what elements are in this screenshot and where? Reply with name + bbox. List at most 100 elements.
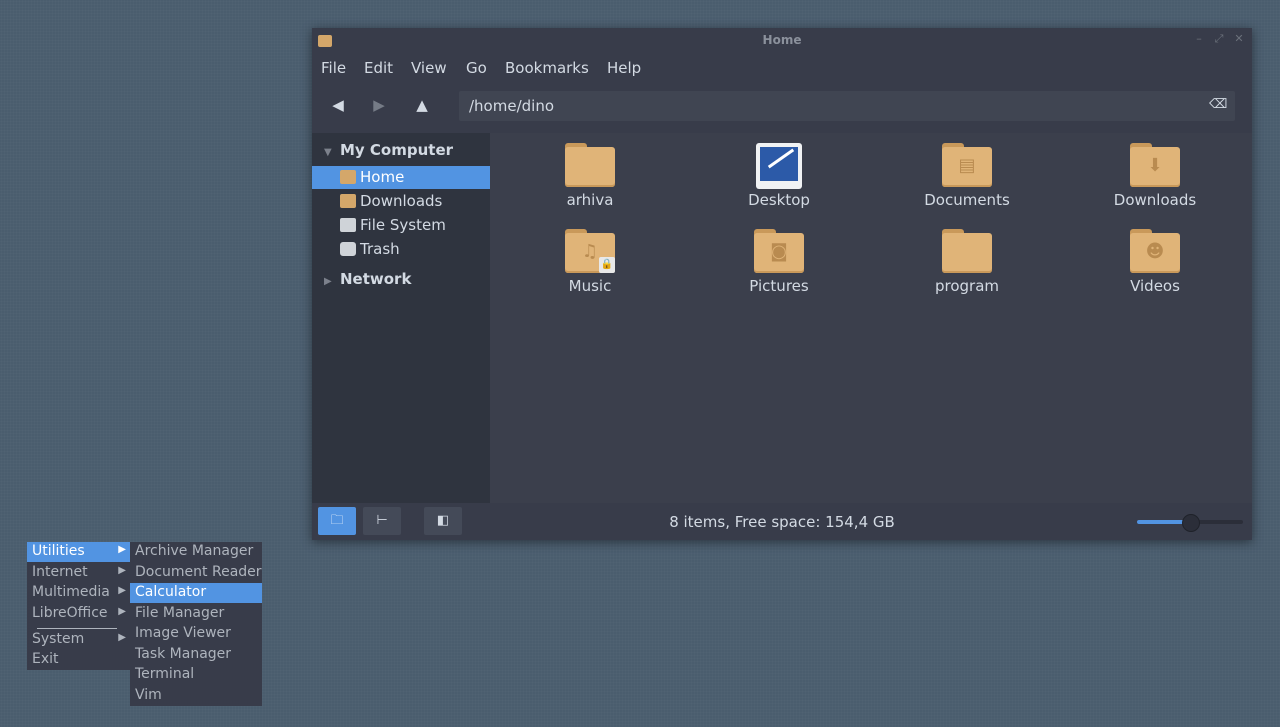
file-name: arhiva (566, 191, 614, 209)
file-name: program (934, 277, 1000, 295)
menu-item-libreoffice[interactable]: LibreOffice ▶ (27, 604, 130, 624)
sidebar: ▼ My Computer Home Downloads File System … (312, 133, 490, 503)
utilities-submenu: Archive Manager Document Reader Calculat… (130, 542, 262, 706)
menu-item-image-viewer[interactable]: Image Viewer (130, 624, 262, 644)
menu-item-label: Terminal (135, 666, 195, 682)
sidebar-item-label: Downloads (360, 192, 443, 210)
menu-item-task-manager[interactable]: Task Manager (130, 645, 262, 665)
file-view: arhiva Desktop ▤ Documents ⬇ Downloads ♫… (490, 133, 1252, 503)
menu-view[interactable]: View (411, 59, 447, 77)
menu-separator (37, 628, 117, 629)
file-name: Music (568, 277, 612, 295)
file-name: Desktop (748, 191, 810, 209)
menu-help[interactable]: Help (607, 59, 641, 77)
menu-item-label: Document Reader (135, 564, 262, 580)
downloads-folder-icon (340, 194, 356, 208)
menu-item-file-manager[interactable]: File Manager (130, 604, 262, 624)
sidebar-item-file-system[interactable]: File System (312, 214, 490, 237)
file-manager-window: Home – ⤢ ✕ File Edit View Go Bookmarks H… (312, 28, 1252, 540)
submenu-arrow-icon: ▶ (118, 565, 126, 576)
status-bar: 🗀 ⊢ ◧ 8 items, Free space: 154,4 GB (312, 503, 1252, 540)
file-item-documents[interactable]: ▤ Documents (897, 143, 1037, 209)
submenu-arrow-icon: ▶ (118, 606, 126, 617)
documents-folder-icon: ▤ (942, 143, 992, 187)
desktop-icon (756, 143, 802, 189)
window-title: Home (762, 33, 802, 47)
submenu-arrow-icon: ▶ (118, 632, 126, 643)
file-item-program[interactable]: program (897, 229, 1037, 295)
file-item-videos[interactable]: ☻ Videos (1085, 229, 1225, 295)
menu-item-multimedia[interactable]: Multimedia ▶ (27, 583, 130, 603)
menu-bookmarks[interactable]: Bookmarks (505, 59, 589, 77)
collapsed-arrow-icon: ▶ (324, 276, 332, 287)
sidebar-item-label: File System (360, 216, 446, 234)
videos-folder-icon: ☻ (1130, 229, 1180, 273)
forward-arrow-icon[interactable]: ▶ (369, 95, 389, 115)
menu-edit[interactable]: Edit (364, 59, 393, 77)
zoom-slider-handle[interactable] (1182, 514, 1200, 532)
file-item-pictures[interactable]: ◙ Pictures (709, 229, 849, 295)
file-item-arhiva[interactable]: arhiva (520, 143, 660, 209)
file-item-desktop[interactable]: Desktop (709, 143, 849, 209)
menu-item-document-reader[interactable]: Document Reader (130, 563, 262, 583)
sidebar-section-my-computer[interactable]: ▼ My Computer (324, 141, 453, 159)
clear-location-icon[interactable]: ⌫ (1209, 98, 1227, 112)
menu-item-archive-manager[interactable]: Archive Manager (130, 542, 262, 562)
lock-icon: 🔒 (599, 257, 615, 273)
sidebar-item-label: Trash (360, 240, 400, 258)
file-name: Videos (1130, 277, 1180, 295)
menu-item-label: Utilities (32, 543, 85, 559)
downloads-folder-icon: ⬇ (1130, 143, 1180, 187)
menu-item-vim[interactable]: Vim (130, 686, 262, 706)
pictures-folder-icon: ◙ (754, 229, 804, 273)
menu-item-label: Internet (32, 564, 88, 580)
sidebar-section-network[interactable]: ▶ Network (324, 270, 411, 288)
menu-item-exit[interactable]: Exit (27, 650, 130, 670)
music-folder-icon: ♫ 🔒 (565, 229, 615, 273)
file-name: Pictures (749, 277, 809, 295)
menu-item-label: File Manager (135, 605, 225, 621)
sidebar-section-label: Network (340, 270, 412, 288)
title-bar[interactable]: Home – ⤢ ✕ (312, 28, 1252, 53)
menu-item-label: Exit (32, 651, 59, 667)
sidebar-section-label: My Computer (340, 141, 454, 159)
menu-item-terminal[interactable]: Terminal (130, 665, 262, 685)
location-input[interactable] (459, 91, 1209, 121)
menu-item-label: Vim (135, 687, 162, 703)
file-item-downloads[interactable]: ⬇ Downloads (1085, 143, 1225, 209)
sidebar-item-home[interactable]: Home (312, 166, 490, 189)
status-text: 8 items, Free space: 154,4 GB (669, 513, 895, 531)
file-name: Downloads (1113, 191, 1197, 209)
expanded-arrow-icon: ▼ (324, 147, 332, 158)
menu-item-utilities[interactable]: Utilities ▶ (27, 542, 130, 562)
folder-icon (942, 229, 992, 273)
menu-item-label: Multimedia (32, 584, 110, 600)
trash-icon (340, 242, 356, 256)
menu-item-internet[interactable]: Internet ▶ (27, 563, 130, 583)
zoom-slider[interactable] (1137, 514, 1243, 532)
menu-item-system[interactable]: System ▶ (27, 630, 130, 650)
file-item-music[interactable]: ♫ 🔒 Music (520, 229, 660, 295)
sidebar-item-label: Home (360, 168, 405, 186)
menu-item-label: Archive Manager (135, 543, 254, 559)
submenu-arrow-icon: ▶ (118, 585, 126, 596)
sidebar-item-trash[interactable]: Trash (312, 238, 490, 261)
folder-icon (565, 143, 615, 187)
home-folder-icon (340, 170, 356, 184)
up-arrow-icon[interactable]: ▲ (412, 95, 432, 115)
drive-icon (340, 218, 356, 232)
sidebar-item-downloads[interactable]: Downloads (312, 190, 490, 213)
menu-item-label: Image Viewer (135, 625, 231, 641)
menu-item-calculator[interactable]: Calculator (130, 583, 262, 603)
menu-file[interactable]: File (321, 59, 346, 77)
menu-item-label: LibreOffice (32, 605, 108, 621)
menu-go[interactable]: Go (466, 59, 487, 77)
menu-bar: File Edit View Go Bookmarks Help (312, 55, 1252, 79)
location-bar: ⌫ (459, 91, 1235, 121)
maximize-icon[interactable]: ⤢ (1212, 32, 1226, 46)
menu-item-label: Calculator (135, 584, 207, 600)
back-arrow-icon[interactable]: ◀ (328, 95, 348, 115)
close-icon[interactable]: ✕ (1232, 32, 1246, 46)
menu-item-label: Task Manager (135, 646, 232, 662)
minimize-icon[interactable]: – (1192, 32, 1206, 46)
